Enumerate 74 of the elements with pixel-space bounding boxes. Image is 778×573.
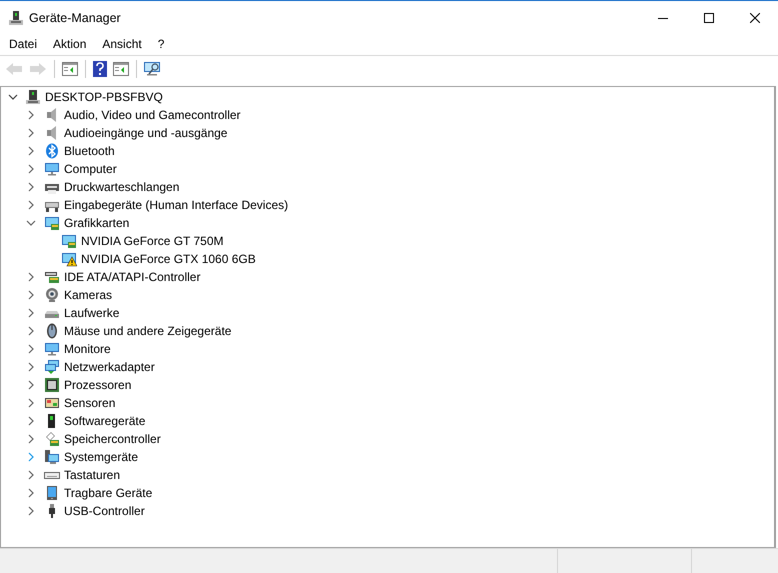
tree-item[interactable]: Tragbare Geräte bbox=[64, 486, 152, 500]
chevron-icon[interactable] bbox=[26, 488, 36, 498]
tablet-icon bbox=[44, 485, 60, 501]
tree-item[interactable]: Audioeingänge und -ausgänge bbox=[64, 126, 228, 140]
chevron-icon[interactable] bbox=[26, 362, 36, 372]
menu-item[interactable]: Aktion bbox=[46, 37, 94, 51]
chevron-icon[interactable] bbox=[26, 416, 36, 426]
tree-item[interactable]: Kameras bbox=[64, 288, 112, 302]
right-arrow-icon bbox=[29, 62, 47, 76]
sensor-icon bbox=[44, 395, 60, 411]
chevron-icon[interactable] bbox=[26, 506, 36, 516]
monitor-icon bbox=[44, 161, 60, 177]
monitor-icon bbox=[44, 341, 60, 357]
tree-item[interactable]: DESKTOP-PBSFBVQ bbox=[45, 90, 163, 104]
help-button[interactable] bbox=[91, 58, 109, 78]
tree-item[interactable]: Netzwerkadapter bbox=[64, 360, 155, 374]
chevron-icon[interactable] bbox=[26, 398, 36, 408]
tree-item[interactable]: NVIDIA GeForce GT 750M bbox=[81, 234, 224, 248]
help-icon bbox=[93, 60, 107, 76]
chevron-icon[interactable] bbox=[26, 434, 36, 444]
chevron-icon[interactable] bbox=[26, 128, 36, 138]
tree-item[interactable]: Prozessoren bbox=[64, 378, 132, 392]
maximize-icon bbox=[704, 12, 714, 22]
computer-tower-icon bbox=[8, 10, 24, 26]
tree-item[interactable]: Softwaregeräte bbox=[64, 414, 146, 428]
window-title: Geräte-Manager bbox=[29, 10, 121, 24]
tree-item[interactable]: Computer bbox=[64, 162, 117, 176]
panel-icon bbox=[62, 62, 78, 76]
tree-item[interactable]: Druckwarteschlangen bbox=[64, 180, 180, 194]
tree-item[interactable]: Laufwerke bbox=[64, 306, 120, 320]
tree-item[interactable]: Bluetooth bbox=[64, 144, 115, 158]
chevron-icon[interactable] bbox=[26, 380, 36, 390]
panel-icon bbox=[113, 62, 129, 76]
chevron-icon[interactable] bbox=[26, 146, 36, 156]
tree-item[interactable]: IDE ATA/ATAPI-Controller bbox=[64, 270, 200, 284]
tree-item[interactable]: Monitore bbox=[64, 342, 111, 356]
left-arrow-icon bbox=[5, 62, 23, 76]
monitor-search-icon bbox=[144, 60, 162, 76]
chevron-icon[interactable] bbox=[26, 344, 36, 354]
camera-icon bbox=[44, 287, 60, 303]
chevron-icon[interactable] bbox=[26, 200, 36, 210]
system-device-icon bbox=[44, 449, 60, 465]
display-card-icon bbox=[44, 215, 60, 231]
chevron-icon[interactable] bbox=[26, 272, 36, 282]
chevron-icon[interactable] bbox=[26, 110, 36, 120]
tree-item[interactable]: USB-Controller bbox=[64, 504, 145, 518]
menu-item[interactable]: Ansicht bbox=[95, 37, 149, 51]
tree-item[interactable]: Mäuse und andere Zeigegeräte bbox=[64, 324, 232, 338]
computer-tower-icon bbox=[25, 89, 41, 105]
chevron-icon[interactable] bbox=[26, 164, 36, 174]
bluetooth-icon bbox=[44, 143, 60, 159]
tree-item[interactable]: Speichercontroller bbox=[64, 432, 161, 446]
chevron-icon[interactable] bbox=[26, 470, 36, 480]
menu-item[interactable]: ? bbox=[150, 37, 172, 51]
network-icon bbox=[44, 359, 60, 375]
tree-item[interactable]: Sensoren bbox=[64, 396, 116, 410]
storage-controller-icon bbox=[44, 431, 60, 447]
chevron-icon[interactable] bbox=[26, 290, 36, 300]
controller-card-icon bbox=[44, 269, 60, 285]
chevron-icon[interactable] bbox=[26, 308, 36, 318]
tree-item[interactable]: Eingabegeräte (Human Interface Devices) bbox=[64, 198, 288, 212]
tree-item[interactable]: NVIDIA GeForce GTX 1060 6GB bbox=[81, 252, 256, 266]
mouse-icon bbox=[44, 323, 60, 339]
tree-item[interactable]: Tastaturen bbox=[64, 468, 120, 482]
tree-item[interactable]: Audio, Video und Gamecontroller bbox=[64, 108, 241, 122]
chevron-icon[interactable] bbox=[26, 218, 36, 228]
chevron-icon[interactable] bbox=[8, 92, 18, 102]
processor-chip-icon bbox=[44, 377, 60, 393]
tree-item[interactable]: Systemgeräte bbox=[64, 450, 138, 464]
close-icon bbox=[750, 12, 760, 22]
tree-item[interactable]: Grafikkarten bbox=[64, 216, 130, 230]
chevron-icon[interactable] bbox=[26, 182, 36, 192]
menu-item[interactable]: Datei bbox=[2, 37, 44, 51]
chevron-icon[interactable] bbox=[26, 326, 36, 336]
